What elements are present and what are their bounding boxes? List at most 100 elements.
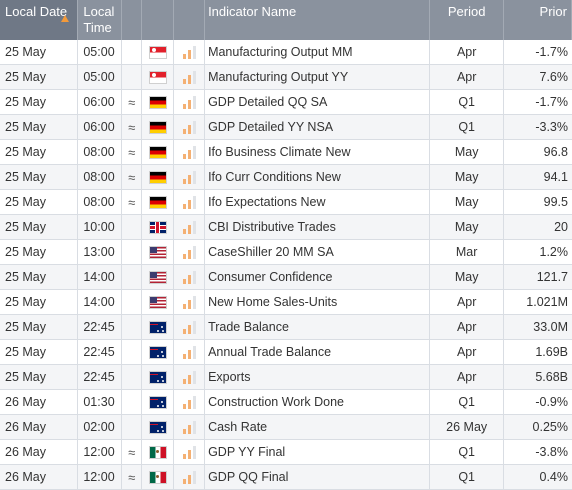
date-cell: 25 May [0,365,79,389]
column-header-period[interactable]: Period [430,0,505,40]
period-cell: Q1 [430,90,505,114]
table-row[interactable]: 25 May 22:45 Exports Apr 5.68B [0,365,572,390]
importance-bars-icon [182,295,196,309]
indicator-name-cell[interactable]: Ifo Curr Conditions New [205,165,430,189]
importance-cell [174,440,206,464]
new-zealand-flag-icon [149,346,166,358]
time-cell: 06:00 [78,115,122,139]
time-cell: 22:45 [78,365,122,389]
importance-cell [174,390,206,414]
indicator-name-cell[interactable]: GDP YY Final [205,440,430,464]
date-cell: 25 May [0,265,79,289]
indicator-name-cell[interactable]: Exports [205,365,430,389]
date-cell: 25 May [0,140,79,164]
column-header-local-date[interactable]: Local Date [0,0,79,40]
column-header-country [142,0,175,40]
indicator-name-cell[interactable]: Cash Rate [205,415,430,439]
importance-bars-icon [182,445,196,459]
date-cell: 25 May [0,90,79,114]
prior-cell: -0.9% [535,395,568,409]
column-header-label: Prior [539,4,567,19]
table-row[interactable]: 25 May 14:00 Consumer Confidence May 121.7 [0,265,572,290]
time-cell: 08:00 [78,190,122,214]
date-cell: 26 May [0,465,79,489]
prior-cell: -3.8% [535,445,568,459]
sort-ascending-icon[interactable] [61,15,70,22]
table-row[interactable]: 26 May 01:30 Construction Work Done Q1 -0.9% [0,390,572,415]
column-header-prior[interactable]: Prior [504,0,572,40]
period-cell: May [430,265,505,289]
indicator-name-cell[interactable]: Ifo Expectations New [205,190,430,214]
country-cell [142,440,175,464]
table-row[interactable]: 26 May 12:00 ≈ GDP QQ Final Q1 0.4% [0,465,572,490]
table-row[interactable]: 26 May 02:00 Cash Rate 26 May 0.25% [0,415,572,440]
table-row[interactable]: 25 May 08:00 ≈ Ifo Business Climate New May 9… [0,140,572,165]
indicator-name-cell[interactable]: Manufacturing Output YY [205,65,430,89]
indicator-name-cell[interactable]: Consumer Confidence [205,265,430,289]
time-cell: 12:00 [78,465,122,489]
indicator-name-cell[interactable]: Annual Trade Balance [205,340,430,364]
australia-flag-icon [149,396,166,408]
mexico-flag-icon [149,471,166,483]
new-zealand-flag-icon [149,321,166,333]
table-row[interactable]: 25 May 08:00 ≈ Ifo Curr Conditions New May 94… [0,165,572,190]
date-cell: 26 May [0,415,79,439]
importance-bars-icon [182,370,196,384]
table-row[interactable]: 25 May 14:00 New Home Sales-Units Apr 1.021M [0,290,572,315]
table-row[interactable]: 25 May 10:00 CBI Distributive Trades May 20 [0,215,572,240]
indicator-name-cell[interactable]: New Home Sales-Units [205,290,430,314]
table-row[interactable]: 25 May 06:00 ≈ GDP Detailed YY NSA Q1 -3.3% [0,115,572,140]
table-row[interactable]: 25 May 22:45 Annual Trade Balance Apr 1.69B [0,340,572,365]
table-row[interactable]: 25 May 05:00 Manufacturing Output MM Apr -1.… [0,40,572,65]
importance-cell [174,340,206,364]
indicator-name-cell[interactable]: GDP QQ Final [205,465,430,489]
importance-bars-icon [182,345,196,359]
time-cell: 10:00 [78,215,122,239]
country-cell [142,215,175,239]
period-cell: Apr [430,365,505,389]
date-cell: 25 May [0,65,79,89]
importance-cell [174,140,206,164]
importance-cell [174,265,206,289]
country-cell [142,365,175,389]
volatility-icon [122,240,143,264]
table-row[interactable]: 26 May 12:00 ≈ GDP YY Final Q1 -3.8% [0,440,572,465]
period-cell: Q1 [430,440,505,464]
indicator-name-cell[interactable]: Ifo Business Climate New [205,140,430,164]
volatility-icon: ≈ [122,90,143,114]
country-cell [142,290,175,314]
prior-cell: 96.8 [543,145,568,159]
germany-flag-icon [149,96,166,108]
country-cell [142,415,175,439]
table-row[interactable]: 25 May 08:00 ≈ Ifo Expectations New May 99.5 [0,190,572,215]
table-row[interactable]: 25 May 06:00 ≈ GDP Detailed QQ SA Q1 -1.7% [0,90,572,115]
importance-bars-icon [182,395,196,409]
country-cell [142,265,175,289]
importance-cell [174,465,206,489]
indicator-name-cell[interactable]: Manufacturing Output MM [205,40,430,64]
importance-bars-icon [182,245,196,259]
time-cell: 12:00 [78,440,122,464]
country-cell [142,40,175,64]
date-cell: 25 May [0,290,79,314]
mexico-flag-icon [149,446,166,458]
column-header-indicator-name[interactable]: Indicator Name [205,0,430,40]
column-header-local-time[interactable]: Local Time [78,0,122,40]
indicator-name-cell[interactable]: GDP Detailed YY NSA [205,115,430,139]
period-cell: 26 May [430,415,505,439]
indicator-name-cell[interactable]: Trade Balance [205,315,430,339]
uk-flag-icon [149,221,166,233]
germany-flag-icon [149,196,166,208]
country-cell [142,115,175,139]
table-row[interactable]: 25 May 13:00 CaseShiller 20 MM SA Mar 1.2% [0,240,572,265]
indicator-name-cell[interactable]: Construction Work Done [205,390,430,414]
table-row[interactable]: 25 May 22:45 Trade Balance Apr 33.0M [0,315,572,340]
indicator-name-cell[interactable]: CBI Distributive Trades [205,215,430,239]
volatility-icon [122,40,143,64]
importance-bars-icon [182,70,196,84]
volatility-icon: ≈ [122,115,143,139]
time-cell: 02:00 [78,415,122,439]
indicator-name-cell[interactable]: CaseShiller 20 MM SA [205,240,430,264]
indicator-name-cell[interactable]: GDP Detailed QQ SA [205,90,430,114]
table-row[interactable]: 25 May 05:00 Manufacturing Output YY Apr 7.6… [0,65,572,90]
